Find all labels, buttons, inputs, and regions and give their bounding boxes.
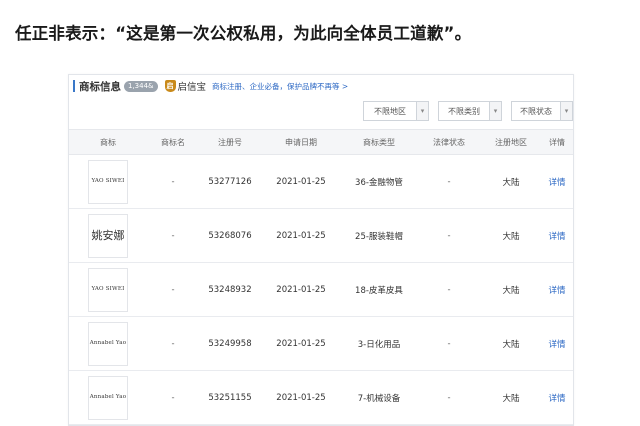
row-name: -: [171, 230, 175, 241]
row-status: -: [447, 176, 451, 187]
header-region: 注册地区: [495, 137, 527, 147]
trademark-logo-image: 姚安娜: [88, 213, 128, 258]
table-header-row: 商标 商标名 注册号 申请日期 商标类型 法律状态 注册地区 详情: [69, 129, 573, 155]
row-date: 2021-01-25: [276, 338, 326, 349]
category-filter-label: 不限类别: [448, 106, 480, 116]
row-name: -: [171, 338, 175, 349]
table-row: YAO SIWEI - 53277126 2021-01-25 36-金融物管 …: [69, 155, 573, 209]
row-detail-link[interactable]: 详情: [541, 371, 573, 424]
row-region: 大陆: [502, 231, 520, 242]
trademark-logo-image: YAO SIWEI: [88, 267, 128, 312]
header-logo: 商标: [100, 137, 116, 147]
row-type: 36-金融物管: [355, 177, 403, 188]
trademark-logo-image: YAO SIWEI: [88, 159, 128, 204]
header-reg-no: 注册号: [218, 137, 242, 147]
row-region: 大陆: [502, 285, 520, 296]
count-badge: 1,344&: [124, 80, 158, 92]
chevron-down-icon: ▾: [560, 102, 572, 120]
category-filter-select[interactable]: 不限类别 ▾: [438, 101, 502, 121]
row-status: -: [447, 230, 451, 241]
row-detail-link[interactable]: 详情: [541, 317, 573, 370]
brand-name: 启信宝: [177, 82, 207, 93]
panel-header: 商标信息 1,344& 启 启信宝 商标注册、企业必备，保护品牌不再等 >: [69, 75, 573, 97]
row-region: 大陆: [502, 339, 520, 350]
row-reg-no: 53268076: [208, 230, 252, 241]
row-reg-no: 53248932: [208, 284, 252, 295]
row-date: 2021-01-25: [276, 176, 326, 187]
shield-icon: 启: [164, 80, 176, 92]
trademark-panel: 商标信息 1,344& 启 启信宝 商标注册、企业必备，保护品牌不再等 > 不限…: [68, 74, 574, 426]
article-headline: 任正非表示：“这是第一次公权私用，为此向全体员工道歉”。: [15, 24, 472, 43]
row-detail-link[interactable]: 详情: [541, 209, 573, 262]
header-type: 商标类型: [363, 137, 395, 147]
trademark-logo-image: Annabel Yao: [88, 375, 128, 420]
row-name: -: [171, 392, 175, 403]
row-type: 25-服装鞋帽: [355, 231, 403, 242]
row-reg-no: 53277126: [208, 176, 252, 187]
row-date: 2021-01-25: [276, 230, 326, 241]
table-row: Annabel Yao - 53251155 2021-01-25 7-机械设备…: [69, 371, 573, 425]
promo-link[interactable]: 商标注册、企业必备，保护品牌不再等 >: [212, 81, 348, 92]
region-filter-label: 不限地区: [374, 106, 406, 116]
row-region: 大陆: [502, 393, 520, 404]
header-date: 申请日期: [285, 137, 317, 147]
row-name: -: [171, 284, 175, 295]
region-filter-select[interactable]: 不限地区 ▾: [363, 101, 429, 121]
row-type: 7-机械设备: [357, 393, 401, 404]
row-reg-no: 53251155: [208, 392, 252, 403]
section-accent-bar: [73, 80, 75, 92]
table-row: Annabel Yao - 53249958 2021-01-25 3-日化用品…: [69, 317, 573, 371]
row-status: -: [447, 338, 451, 349]
chevron-down-icon: ▾: [489, 102, 501, 120]
table-row: YAO SIWEI - 53248932 2021-01-25 18-皮革皮具 …: [69, 263, 573, 317]
row-status: -: [447, 392, 451, 403]
status-filter-select[interactable]: 不限状态 ▾: [511, 101, 573, 121]
row-name: -: [171, 176, 175, 187]
status-filter-label: 不限状态: [520, 106, 552, 116]
header-status: 法律状态: [433, 137, 465, 147]
table-row: 姚安娜 - 53268076 2021-01-25 25-服装鞋帽 - 大陆 详…: [69, 209, 573, 263]
chevron-down-icon: ▾: [416, 102, 428, 120]
panel-title: 商标信息: [79, 80, 121, 93]
trademark-logo-image: Annabel Yao: [88, 321, 128, 366]
row-reg-no: 53249958: [208, 338, 252, 349]
row-detail-link[interactable]: 详情: [541, 155, 573, 208]
row-detail-link[interactable]: 详情: [541, 263, 573, 316]
row-date: 2021-01-25: [276, 284, 326, 295]
row-type: 18-皮革皮具: [355, 285, 403, 296]
row-date: 2021-01-25: [276, 392, 326, 403]
row-region: 大陆: [502, 177, 520, 188]
header-detail: 详情: [549, 137, 565, 147]
header-name: 商标名: [161, 137, 185, 147]
row-type: 3-日化用品: [357, 339, 401, 350]
trademark-table: 商标 商标名 注册号 申请日期 商标类型 法律状态 注册地区 详情 YAO SI…: [69, 129, 573, 425]
row-status: -: [447, 284, 451, 295]
